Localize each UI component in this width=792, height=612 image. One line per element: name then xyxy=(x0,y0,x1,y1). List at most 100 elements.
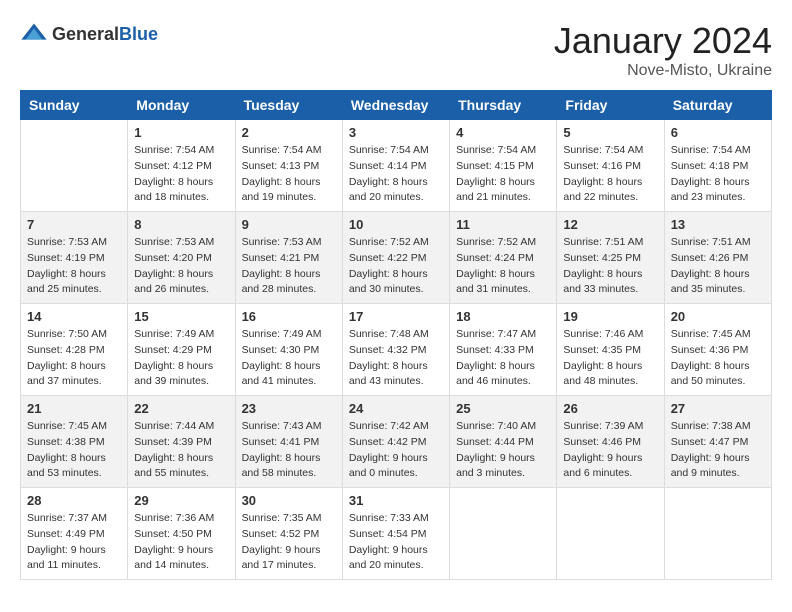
day-info: Sunrise: 7:51 AMSunset: 4:26 PMDaylight:… xyxy=(671,235,765,298)
day-info: Sunrise: 7:53 AMSunset: 4:19 PMDaylight:… xyxy=(27,235,121,298)
day-number: 27 xyxy=(671,401,765,416)
day-info: Sunrise: 7:43 AMSunset: 4:41 PMDaylight:… xyxy=(242,419,336,482)
table-row: 5Sunrise: 7:54 AMSunset: 4:16 PMDaylight… xyxy=(557,120,664,212)
day-number: 4 xyxy=(456,125,550,140)
table-row: 3Sunrise: 7:54 AMSunset: 4:14 PMDaylight… xyxy=(342,120,449,212)
day-info: Sunrise: 7:37 AMSunset: 4:49 PMDaylight:… xyxy=(27,511,121,574)
month-title: January 2024 xyxy=(554,20,772,62)
table-row: 26Sunrise: 7:39 AMSunset: 4:46 PMDayligh… xyxy=(557,396,664,488)
day-info: Sunrise: 7:46 AMSunset: 4:35 PMDaylight:… xyxy=(563,327,657,390)
day-info: Sunrise: 7:48 AMSunset: 4:32 PMDaylight:… xyxy=(349,327,443,390)
table-row: 9 Sunrise: 7:53 AMSunset: 4:21 PMDaylight… xyxy=(235,212,342,304)
day-info: Sunrise: 7:54 AMSunset: 4:18 PMDaylight:… xyxy=(671,143,765,206)
day-info: Sunrise: 7:49 AMSunset: 4:29 PMDaylight:… xyxy=(134,327,228,390)
table-row: 29 Sunrise: 7:36 AMSunset: 4:50 PMDayligh… xyxy=(128,488,235,580)
table-row: 11Sunrise: 7:52 AMSunset: 4:24 PMDayligh… xyxy=(450,212,557,304)
day-number: 6 xyxy=(671,125,765,140)
table-row: 30 Sunrise: 7:35 AMSunset: 4:52 PMDayligh… xyxy=(235,488,342,580)
calendar-week-row: 21Sunrise: 7:45 AMSunset: 4:38 PMDayligh… xyxy=(21,396,772,488)
table-row: 15 Sunrise: 7:49 AMSunset: 4:29 PMDayligh… xyxy=(128,304,235,396)
day-number: 23 xyxy=(242,401,336,416)
day-info: Sunrise: 7:40 AMSunset: 4:44 PMDaylight:… xyxy=(456,419,550,482)
day-info: Sunrise: 7:52 AMSunset: 4:24 PMDaylight:… xyxy=(456,235,550,298)
day-number: 7 xyxy=(27,217,121,232)
day-number: 14 xyxy=(27,309,121,324)
header-monday: Monday xyxy=(128,91,235,120)
table-row: 1 Sunrise: 7:54 AMSunset: 4:12 PMDaylight… xyxy=(128,120,235,212)
day-number: 22 xyxy=(134,401,228,416)
table-row: 10Sunrise: 7:52 AMSunset: 4:22 PMDayligh… xyxy=(342,212,449,304)
day-number: 28 xyxy=(27,493,121,508)
table-row: 13 Sunrise: 7:51 AMSunset: 4:26 PMDayligh… xyxy=(664,212,771,304)
day-number: 24 xyxy=(349,401,443,416)
day-number: 12 xyxy=(563,217,657,232)
table-row: 27 Sunrise: 7:38 AMSunset: 4:47 PMDayligh… xyxy=(664,396,771,488)
day-number: 3 xyxy=(349,125,443,140)
day-number: 15 xyxy=(134,309,228,324)
title-block: January 2024 Nove-Misto, Ukraine xyxy=(554,20,772,80)
table-row: 6 Sunrise: 7:54 AMSunset: 4:18 PMDaylight… xyxy=(664,120,771,212)
day-info: Sunrise: 7:42 AMSunset: 4:42 PMDaylight:… xyxy=(349,419,443,482)
table-row: 24 Sunrise: 7:42 AMSunset: 4:42 PMDayligh… xyxy=(342,396,449,488)
table-row: 22 Sunrise: 7:44 AMSunset: 4:39 PMDayligh… xyxy=(128,396,235,488)
calendar-week-row: 1 Sunrise: 7:54 AMSunset: 4:12 PMDaylight… xyxy=(21,120,772,212)
calendar-week-row: 14 Sunrise: 7:50 AMSunset: 4:28 PMDayligh… xyxy=(21,304,772,396)
day-info: Sunrise: 7:54 AMSunset: 4:16 PMDaylight:… xyxy=(563,143,657,206)
day-info: Sunrise: 7:45 AMSunset: 4:38 PMDaylight:… xyxy=(27,419,121,482)
table-row xyxy=(450,488,557,580)
table-row: 17 Sunrise: 7:48 AMSunset: 4:32 PMDayligh… xyxy=(342,304,449,396)
logo-blue: Blue xyxy=(119,24,158,44)
day-number: 17 xyxy=(349,309,443,324)
day-info: Sunrise: 7:45 AMSunset: 4:36 PMDaylight:… xyxy=(671,327,765,390)
table-row: 18Sunrise: 7:47 AMSunset: 4:33 PMDayligh… xyxy=(450,304,557,396)
day-number: 9 xyxy=(242,217,336,232)
header-wednesday: Wednesday xyxy=(342,91,449,120)
day-info: Sunrise: 7:44 AMSunset: 4:39 PMDaylight:… xyxy=(134,419,228,482)
table-row: 28 Sunrise: 7:37 AMSunset: 4:49 PMDayligh… xyxy=(21,488,128,580)
calendar-week-row: 28 Sunrise: 7:37 AMSunset: 4:49 PMDayligh… xyxy=(21,488,772,580)
day-number: 19 xyxy=(563,309,657,324)
day-number: 26 xyxy=(563,401,657,416)
table-row: 16 Sunrise: 7:49 AMSunset: 4:30 PMDayligh… xyxy=(235,304,342,396)
calendar-week-row: 7 Sunrise: 7:53 AMSunset: 4:19 PMDaylight… xyxy=(21,212,772,304)
location-title: Nove-Misto, Ukraine xyxy=(554,62,772,80)
day-info: Sunrise: 7:54 AMSunset: 4:15 PMDaylight:… xyxy=(456,143,550,206)
day-info: Sunrise: 7:47 AMSunset: 4:33 PMDaylight:… xyxy=(456,327,550,390)
table-row: 4 Sunrise: 7:54 AMSunset: 4:15 PMDaylight… xyxy=(450,120,557,212)
table-row: 7 Sunrise: 7:53 AMSunset: 4:19 PMDaylight… xyxy=(21,212,128,304)
table-row: 8Sunrise: 7:53 AMSunset: 4:20 PMDaylight… xyxy=(128,212,235,304)
day-number: 29 xyxy=(134,493,228,508)
day-number: 10 xyxy=(349,217,443,232)
day-info: Sunrise: 7:53 AMSunset: 4:21 PMDaylight:… xyxy=(242,235,336,298)
day-number: 25 xyxy=(456,401,550,416)
page-header: GeneralBlue January 2024 Nove-Misto, Ukr… xyxy=(20,20,772,80)
day-info: Sunrise: 7:35 AMSunset: 4:52 PMDaylight:… xyxy=(242,511,336,574)
day-info: Sunrise: 7:54 AMSunset: 4:13 PMDaylight:… xyxy=(242,143,336,206)
day-number: 16 xyxy=(242,309,336,324)
day-info: Sunrise: 7:49 AMSunset: 4:30 PMDaylight:… xyxy=(242,327,336,390)
day-info: Sunrise: 7:50 AMSunset: 4:28 PMDaylight:… xyxy=(27,327,121,390)
day-number: 31 xyxy=(349,493,443,508)
table-row: 31Sunrise: 7:33 AMSunset: 4:54 PMDayligh… xyxy=(342,488,449,580)
day-info: Sunrise: 7:53 AMSunset: 4:20 PMDaylight:… xyxy=(134,235,228,298)
logo-general: General xyxy=(52,24,119,44)
table-row xyxy=(21,120,128,212)
calendar-header-row: Sunday Monday Tuesday Wednesday Thursday… xyxy=(21,91,772,120)
day-info: Sunrise: 7:54 AMSunset: 4:12 PMDaylight:… xyxy=(134,143,228,206)
table-row: 25 Sunrise: 7:40 AMSunset: 4:44 PMDayligh… xyxy=(450,396,557,488)
day-info: Sunrise: 7:38 AMSunset: 4:47 PMDaylight:… xyxy=(671,419,765,482)
day-number: 13 xyxy=(671,217,765,232)
day-info: Sunrise: 7:36 AMSunset: 4:50 PMDaylight:… xyxy=(134,511,228,574)
day-info: Sunrise: 7:51 AMSunset: 4:25 PMDaylight:… xyxy=(563,235,657,298)
day-number: 20 xyxy=(671,309,765,324)
day-number: 30 xyxy=(242,493,336,508)
table-row xyxy=(664,488,771,580)
logo-text: GeneralBlue xyxy=(52,24,158,45)
header-tuesday: Tuesday xyxy=(235,91,342,120)
day-number: 1 xyxy=(134,125,228,140)
table-row: 21Sunrise: 7:45 AMSunset: 4:38 PMDayligh… xyxy=(21,396,128,488)
logo-icon xyxy=(20,20,48,48)
table-row: 23 Sunrise: 7:43 AMSunset: 4:41 PMDayligh… xyxy=(235,396,342,488)
header-sunday: Sunday xyxy=(21,91,128,120)
table-row: 12 Sunrise: 7:51 AMSunset: 4:25 PMDayligh… xyxy=(557,212,664,304)
